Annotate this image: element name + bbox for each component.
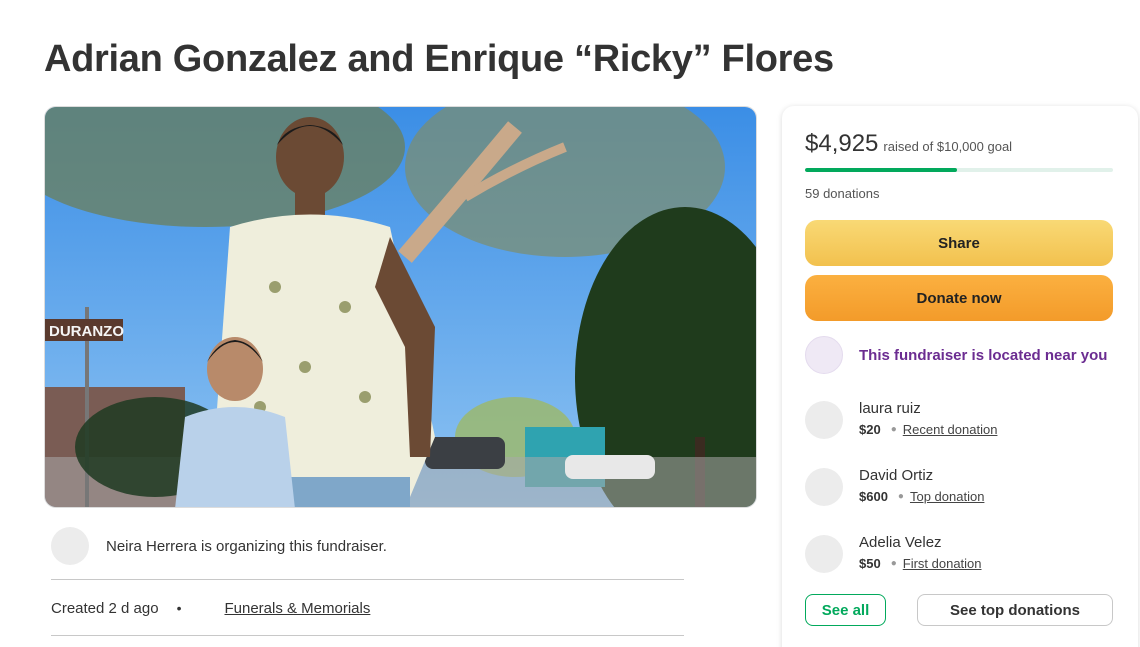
donor-name: laura ruiz bbox=[859, 400, 921, 417]
see-all-button[interactable]: See all bbox=[805, 594, 886, 626]
donor-avatar-icon bbox=[805, 401, 843, 439]
donate-now-button[interactable]: Donate now bbox=[805, 275, 1113, 321]
donor-amount: $20 bbox=[859, 422, 881, 437]
raised-goal: raised of $10,000 goal bbox=[883, 139, 1013, 154]
see-top-donations-button[interactable]: See top donations bbox=[917, 594, 1113, 626]
raised-amount: $4,925 bbox=[805, 130, 879, 157]
raised-summary: $4,925 raised of $10,000 goal bbox=[805, 130, 1012, 158]
donor-avatar-icon bbox=[805, 468, 843, 506]
divider bbox=[51, 635, 684, 636]
dot-separator-icon: ● bbox=[897, 491, 904, 502]
page-title: Adrian Gonzalez and Enrique “Ricky” Flor… bbox=[44, 38, 834, 80]
divider bbox=[51, 579, 684, 580]
share-button[interactable]: Share bbox=[805, 220, 1113, 266]
fundraiser-photo: DURANZO bbox=[44, 106, 757, 508]
nearby-notice: This fundraiser is located near you bbox=[805, 336, 1107, 374]
meta-separator: • bbox=[176, 600, 182, 616]
donor-name: David Ortiz bbox=[859, 467, 934, 484]
organizer-text: Neira Herrera is organizing this fundrai… bbox=[106, 537, 387, 555]
donation-tag-link[interactable]: First donation bbox=[903, 556, 982, 571]
donation-list-item: laura ruiz $20 ● Recent donation bbox=[805, 400, 997, 439]
progress-bar bbox=[805, 168, 1113, 172]
donation-panel: $4,925 raised of $10,000 goal 59 donatio… bbox=[782, 106, 1138, 647]
dot-separator-icon: ● bbox=[890, 424, 897, 435]
donation-list-item: Adelia Velez $50 ● First donation bbox=[805, 534, 982, 573]
category-link[interactable]: Funerals & Memorials bbox=[224, 600, 370, 617]
donation-count: 59 donations bbox=[805, 186, 880, 201]
organizer-avatar-icon bbox=[51, 527, 89, 565]
created-date: Created 2 d ago bbox=[51, 599, 159, 617]
dot-separator-icon: ● bbox=[890, 558, 897, 569]
donation-list-item: David Ortiz $600 ● Top donation bbox=[805, 467, 984, 506]
donor-avatar-icon bbox=[805, 535, 843, 573]
donation-tag-link[interactable]: Top donation bbox=[910, 489, 984, 504]
donation-tag-link[interactable]: Recent donation bbox=[903, 422, 998, 437]
progress-bar-fill bbox=[805, 168, 957, 172]
nearby-text: This fundraiser is located near you bbox=[859, 346, 1108, 364]
donor-name: Adelia Velez bbox=[859, 534, 942, 551]
street-sign: DURANZO bbox=[49, 323, 124, 340]
fundraiser-meta: Created 2 d ago • Funerals & Memorials bbox=[51, 598, 370, 618]
organizer-row: Neira Herrera is organizing this fundrai… bbox=[51, 526, 684, 566]
donor-amount: $50 bbox=[859, 556, 881, 571]
location-icon bbox=[805, 336, 843, 374]
donor-amount: $600 bbox=[859, 489, 888, 504]
